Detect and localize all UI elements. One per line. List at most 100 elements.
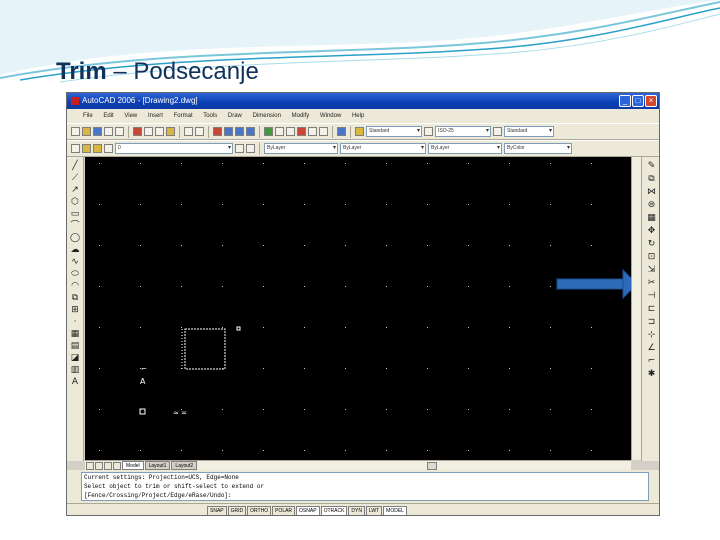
tab-model[interactable]: Model [122, 461, 144, 470]
hatch-icon[interactable]: ▦ [70, 329, 81, 340]
properties-icon[interactable] [264, 127, 273, 136]
insert-block-icon[interactable]: ⧉ [70, 293, 81, 304]
tool-palettes-icon[interactable] [286, 127, 295, 136]
last-tab-nav-icon[interactable] [113, 461, 121, 470]
menu-window[interactable]: Window [320, 113, 341, 119]
table-style-combo[interactable]: Standard [504, 126, 554, 137]
gradient-icon[interactable]: ▤ [70, 341, 81, 352]
arc-icon[interactable]: ⌒ [70, 221, 81, 232]
plot-icon[interactable] [104, 127, 113, 136]
copy-clip-icon[interactable] [144, 127, 153, 136]
break-at-point-icon[interactable]: ⊏ [646, 303, 657, 315]
ortho-toggle[interactable]: ORTHO [247, 505, 272, 515]
zoom-previous-icon[interactable] [246, 127, 255, 136]
polygon-icon[interactable]: ⬡ [70, 197, 81, 208]
sheet-set-icon[interactable] [297, 127, 306, 136]
first-tab-nav-icon[interactable] [86, 461, 94, 470]
color-combo[interactable]: ByLayer [264, 143, 338, 154]
explode-icon[interactable]: ✱ [646, 368, 657, 380]
ellipse-icon[interactable]: ⬭ [70, 269, 81, 280]
move-icon[interactable]: ✥ [646, 225, 657, 237]
menu-dimension[interactable]: Dimension [253, 113, 281, 119]
save-icon[interactable] [93, 127, 102, 136]
fillet-icon[interactable]: ⌐ [646, 355, 657, 367]
menu-edit[interactable]: Edit [103, 113, 113, 119]
copy-icon[interactable]: ⧉ [646, 173, 657, 185]
rectangle-icon[interactable]: ▭ [70, 209, 81, 220]
point-icon[interactable]: · [70, 317, 81, 328]
command-line[interactable]: Current settings: Projection=UCS, Edge=N… [81, 472, 649, 501]
maximize-button[interactable]: □ [632, 95, 644, 107]
ellipse-arc-icon[interactable]: ◠ [70, 281, 81, 292]
scale-icon[interactable]: ⊡ [646, 251, 657, 263]
zoom-realtime-icon[interactable] [224, 127, 233, 136]
layer-freeze-icon[interactable] [93, 144, 102, 153]
menu-draw[interactable]: Draw [228, 113, 242, 119]
osnap-toggle[interactable]: OSNAP [296, 505, 320, 515]
menu-help[interactable]: Help [352, 113, 364, 119]
zoom-window-icon[interactable] [235, 127, 244, 136]
menu-file[interactable]: File [83, 113, 93, 119]
layer-on-icon[interactable] [82, 144, 91, 153]
help-icon[interactable] [337, 127, 346, 136]
layer-lock-icon[interactable] [104, 144, 113, 153]
close-button[interactable]: × [645, 95, 657, 107]
construction-line-icon[interactable]: ⟋ [70, 173, 81, 184]
erase-icon[interactable]: ✎ [646, 160, 657, 172]
prev-tab-nav-icon[interactable] [95, 461, 103, 470]
match-properties-icon[interactable] [166, 127, 175, 136]
minimize-button[interactable]: _ [619, 95, 631, 107]
polyline-icon[interactable]: ↗ [70, 185, 81, 196]
menu-view[interactable]: View [124, 113, 137, 119]
layer-manager-icon[interactable] [71, 144, 80, 153]
pan-icon[interactable] [213, 127, 222, 136]
otrack-toggle[interactable]: OTRACK [320, 505, 348, 515]
menu-modify[interactable]: Modify [292, 113, 310, 119]
linetype-combo[interactable]: ByLayer [340, 143, 426, 154]
drawing-canvas[interactable]: ⌐ A ≈ ≍ [85, 157, 631, 460]
make-block-icon[interactable]: ⊞ [70, 305, 81, 316]
menu-insert[interactable]: Insert [148, 113, 163, 119]
grid-toggle[interactable]: GRID [227, 505, 247, 515]
rotate-icon[interactable]: ↻ [646, 238, 657, 250]
trim-icon[interactable]: ✂ [646, 277, 657, 289]
plot-style-combo[interactable]: ByColor [504, 143, 572, 154]
revision-cloud-icon[interactable]: ☁ [70, 245, 81, 256]
offset-icon[interactable]: ⊜ [646, 199, 657, 211]
lwt-toggle[interactable]: LWT [365, 505, 383, 515]
layer-previous-icon[interactable] [246, 144, 255, 153]
array-icon[interactable]: ▦ [646, 212, 657, 224]
plot-preview-icon[interactable] [115, 127, 124, 136]
layer-combo[interactable]: 0 [115, 143, 233, 154]
multiline-text-icon[interactable]: A [70, 377, 81, 388]
open-icon[interactable] [82, 127, 91, 136]
make-object-layer-current-icon[interactable] [235, 144, 244, 153]
menu-tools[interactable]: Tools [203, 113, 217, 119]
paste-icon[interactable] [155, 127, 164, 136]
mirror-icon[interactable]: ⋈ [646, 186, 657, 198]
design-center-icon[interactable] [275, 127, 284, 136]
circle-icon[interactable]: ◯ [70, 233, 81, 244]
stretch-icon[interactable]: ⇲ [646, 264, 657, 276]
region-icon[interactable]: ◪ [70, 353, 81, 364]
next-tab-nav-icon[interactable] [104, 461, 112, 470]
tab-layout2[interactable]: Layout2 [171, 461, 198, 470]
break-icon[interactable]: ⊐ [646, 316, 657, 328]
calculator-icon[interactable] [319, 127, 328, 136]
text-style-combo[interactable]: Standard [366, 126, 422, 137]
spline-icon[interactable]: ∿ [70, 257, 81, 268]
snap-toggle[interactable]: SNAP [207, 505, 227, 515]
table-icon[interactable]: ▥ [70, 365, 81, 376]
line-icon[interactable]: ╱ [70, 161, 81, 172]
menu-format[interactable]: Format [174, 113, 193, 119]
join-icon[interactable]: ⊹ [646, 329, 657, 341]
undo-icon[interactable] [184, 127, 193, 136]
cut-icon[interactable] [133, 127, 142, 136]
new-icon[interactable] [71, 127, 80, 136]
dim-style-combo[interactable]: ISO-25 [435, 126, 491, 137]
polar-toggle[interactable]: POLAR [272, 505, 296, 515]
horizontal-scroll-thumb[interactable] [427, 461, 438, 470]
lineweight-combo[interactable]: ByLayer [428, 143, 502, 154]
chamfer-icon[interactable]: ∠ [646, 342, 657, 354]
extend-icon[interactable]: ⊣ [646, 290, 657, 302]
